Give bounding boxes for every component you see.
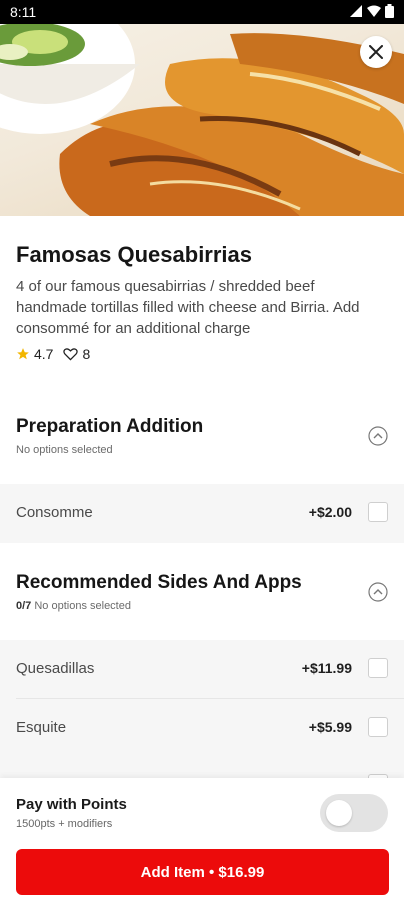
item-title: Famosas Quesabirrias (16, 242, 253, 267)
section-title: Preparation Addition (16, 416, 204, 437)
option-name: Quesadillas (16, 660, 95, 677)
star-icon (17, 348, 29, 360)
option-checkbox[interactable] (368, 502, 388, 522)
signal-icon (350, 5, 362, 17)
section-title: Recommended Sides And Apps (16, 572, 302, 593)
pay-with-points-label: Pay with Points (16, 796, 127, 813)
quesabirria-illustration (0, 24, 404, 216)
item-meta: 4.7 8 (16, 346, 90, 362)
pay-with-points-toggle[interactable] (320, 794, 388, 832)
chevron-up-icon[interactable] (368, 582, 388, 602)
status-time: 8:11 (10, 4, 37, 20)
option-row-partial (0, 758, 404, 794)
option-name: Esquite (16, 719, 67, 736)
chevron-up-icon[interactable] (368, 426, 388, 446)
selection-status: No options selected (34, 600, 131, 612)
option-esquite[interactable]: Esquite +$5.99 (0, 699, 404, 758)
option-price: +$2.00 (308, 504, 352, 520)
option-name: Consomme (16, 504, 93, 521)
likes-count: 8 (82, 346, 91, 362)
selection-count: 0/7 (16, 600, 32, 612)
heart-icon[interactable] (63, 347, 79, 361)
battery-icon (385, 4, 394, 18)
section-preparation-addition[interactable]: Preparation Addition No options selected (0, 416, 404, 486)
option-checkbox[interactable] (368, 658, 388, 678)
section-subtitle: No options selected (16, 444, 113, 456)
section-subtitle: 0/7 No options selected (16, 600, 131, 612)
status-icons (349, 4, 394, 18)
close-button[interactable] (360, 36, 392, 68)
close-icon (369, 45, 383, 59)
section-recommended-sides[interactable]: Recommended Sides And Apps 0/7 No option… (0, 572, 404, 642)
status-bar: 8:11 (0, 0, 404, 24)
food-photo (0, 24, 404, 216)
option-price: +$5.99 (308, 719, 352, 735)
checkout-bar: Pay with Points 1500pts + modifiers Add … (0, 778, 404, 900)
option-consomme[interactable]: Consomme +$2.00 (0, 484, 404, 543)
wifi-icon (367, 5, 381, 17)
toggle-knob (326, 800, 352, 826)
option-checkbox[interactable] (368, 717, 388, 737)
add-item-button[interactable]: Add Item • $16.99 (16, 849, 389, 895)
pay-with-points-subtitle: 1500pts + modifiers (16, 818, 113, 830)
rating-value: 4.7 (34, 346, 54, 362)
option-price: +$11.99 (301, 660, 352, 676)
option-quesadillas[interactable]: Quesadillas +$11.99 (0, 640, 404, 699)
item-description: 4 of our famous quesabirrias / shredded … (16, 278, 360, 337)
